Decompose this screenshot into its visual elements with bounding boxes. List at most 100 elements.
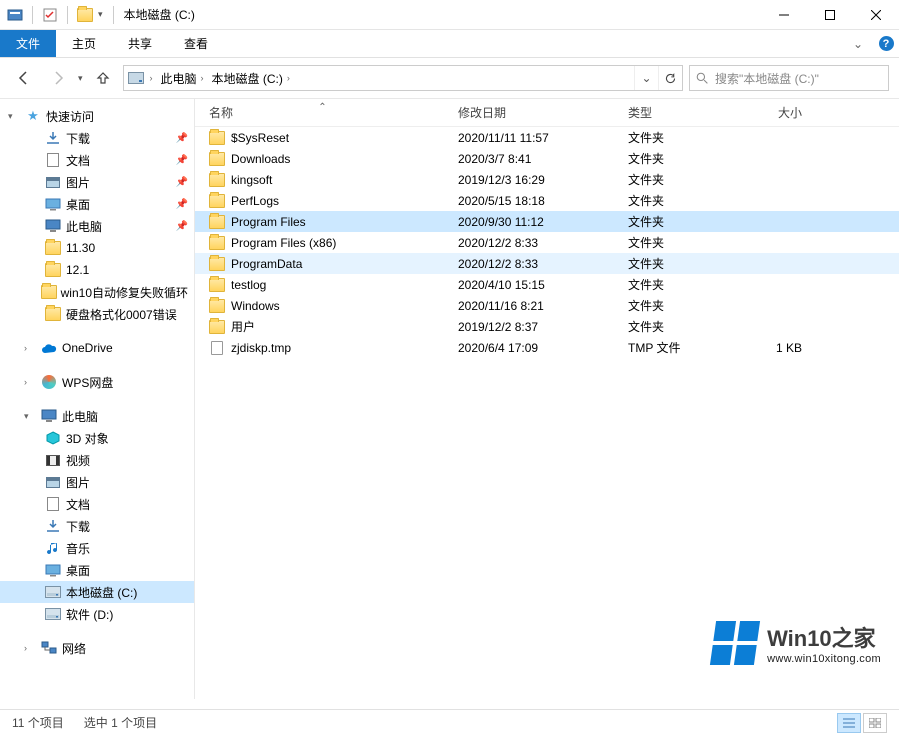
history-dropdown-icon[interactable]: ▾	[78, 73, 83, 84]
breadcrumb-root[interactable]: ›	[148, 73, 155, 83]
file-row[interactable]: Downloads2020/3/7 8:41文件夹	[195, 148, 899, 169]
file-name: testlog	[231, 278, 266, 292]
file-type: 文件夹	[620, 213, 720, 230]
sidebar-quick-item[interactable]: 此电脑📌	[0, 215, 194, 237]
back-button[interactable]	[10, 64, 38, 92]
sidebar-pc-item[interactable]: 图片	[0, 471, 194, 493]
search-icon	[696, 72, 709, 85]
qat-dropdown-icon[interactable]: ▾	[98, 9, 103, 20]
sidebar-quick-item[interactable]: win10自动修复失败循环	[0, 281, 194, 303]
tab-file[interactable]: 文件	[0, 30, 56, 57]
folder-icon	[44, 240, 62, 256]
file-row[interactable]: testlog 2020/4/10 15:15文件夹	[195, 274, 899, 295]
tab-view[interactable]: 查看	[168, 30, 224, 57]
folder-icon	[44, 262, 62, 278]
file-date: 2019/12/2 8:37	[450, 320, 620, 334]
status-selected-count: 选中 1 个项目	[84, 714, 157, 731]
video-icon	[44, 452, 62, 468]
column-name[interactable]: 名称	[195, 104, 450, 121]
wps-icon	[40, 374, 58, 390]
status-bar: 11 个项目 选中 1 个项目	[0, 709, 899, 735]
up-button[interactable]	[89, 64, 117, 92]
sidebar-quick-item[interactable]: 下载📌	[0, 127, 194, 149]
minimize-button[interactable]	[761, 0, 807, 29]
file-name: Program Files (x86)	[231, 236, 336, 250]
refresh-button[interactable]	[658, 66, 682, 90]
file-row[interactable]: kingsoft2019/12/3 16:29文件夹	[195, 169, 899, 190]
sidebar-quick-item[interactable]: 硬盘格式化0007错误	[0, 303, 194, 325]
sidebar-pc-item[interactable]: 3D 对象	[0, 427, 194, 449]
folder-icon	[209, 235, 225, 251]
sidebar-pc-item[interactable]: 文档	[0, 493, 194, 515]
sidebar-onedrive[interactable]: › OneDrive	[0, 337, 194, 359]
dl-icon	[44, 130, 62, 146]
close-button[interactable]	[853, 0, 899, 29]
address-bar[interactable]: › 此电脑› 本地磁盘 (C:)› ⌄	[123, 65, 683, 91]
column-date[interactable]: 修改日期	[450, 104, 620, 121]
sidebar-quick-access[interactable]: ▾ ★ 快速访问	[0, 105, 194, 127]
qat-properties-icon[interactable]	[41, 6, 59, 24]
file-type: 文件夹	[620, 255, 720, 272]
maximize-button[interactable]	[807, 0, 853, 29]
music-icon	[44, 540, 62, 556]
sidebar-pc-item[interactable]: 音乐	[0, 537, 194, 559]
windows-logo-icon	[710, 621, 760, 665]
sidebar-quick-item[interactable]: 图片📌	[0, 171, 194, 193]
folder-icon	[209, 298, 225, 314]
app-icon[interactable]	[6, 6, 24, 24]
sidebar-quick-item[interactable]: 12.1	[0, 259, 194, 281]
pc-icon	[40, 408, 58, 424]
file-type: 文件夹	[620, 318, 720, 335]
view-details-button[interactable]	[837, 713, 861, 733]
file-date: 2020/4/10 15:15	[450, 278, 620, 292]
expand-icon[interactable]: ▾	[8, 111, 20, 122]
drive-icon	[44, 584, 62, 600]
tab-home[interactable]: 主页	[56, 30, 112, 57]
folder-icon	[209, 130, 225, 146]
view-icons-button[interactable]	[863, 713, 887, 733]
sidebar-pc-item[interactable]: 本地磁盘 (C:)	[0, 581, 194, 603]
tab-share[interactable]: 共享	[112, 30, 168, 57]
folder-icon	[44, 306, 62, 322]
breadcrumb-drive[interactable]: 本地磁盘 (C:)›	[210, 70, 292, 87]
file-name: zjdiskp.tmp	[231, 341, 291, 355]
file-date: 2019/12/3 16:29	[450, 173, 620, 187]
file-row[interactable]: Windows2020/11/16 8:21文件夹	[195, 295, 899, 316]
file-row[interactable]: 用户2019/12/2 8:37文件夹	[195, 316, 899, 337]
sidebar-quick-item[interactable]: 桌面📌	[0, 193, 194, 215]
file-date: 2020/12/2 8:33	[450, 236, 620, 250]
column-type[interactable]: 类型	[620, 104, 720, 121]
breadcrumb-pc[interactable]: 此电脑›	[159, 70, 206, 87]
forward-button[interactable]	[44, 64, 72, 92]
sidebar-network[interactable]: › 网络	[0, 637, 194, 659]
ribbon-collapse-icon[interactable]: ⌄	[843, 30, 873, 57]
file-name: Program Files	[231, 215, 306, 229]
navigation-bar: ▾ › 此电脑› 本地磁盘 (C:)› ⌄ 搜索"本地磁盘 (C:)"	[0, 58, 899, 98]
file-type: 文件夹	[620, 276, 720, 293]
file-row[interactable]: Program Files2020/9/30 11:12文件夹	[195, 211, 899, 232]
file-name: PerfLogs	[231, 194, 279, 208]
desktop-icon	[44, 562, 62, 578]
sidebar-pc-item[interactable]: 软件 (D:)	[0, 603, 194, 625]
file-row[interactable]: ProgramData2020/12/2 8:33文件夹	[195, 253, 899, 274]
search-box[interactable]: 搜索"本地磁盘 (C:)"	[689, 65, 889, 91]
file-row[interactable]: $SysReset2020/11/11 11:57文件夹	[195, 127, 899, 148]
column-size[interactable]: 大小	[720, 104, 810, 121]
help-button[interactable]: ?	[873, 30, 899, 57]
file-row[interactable]: zjdiskp.tmp2020/6/4 17:09TMP 文件1 KB	[195, 337, 899, 358]
status-item-count: 11 个项目	[12, 714, 64, 731]
sidebar-quick-item[interactable]: 11.30	[0, 237, 194, 259]
sidebar-pc-item[interactable]: 下载	[0, 515, 194, 537]
navigation-pane: ▾ ★ 快速访问 下载📌文档📌图片📌桌面📌此电脑📌11.3012.1win10自…	[0, 99, 195, 699]
desktop-icon	[44, 196, 62, 212]
sidebar-wps[interactable]: › WPS网盘	[0, 371, 194, 393]
folder-icon	[209, 319, 225, 335]
file-row[interactable]: PerfLogs2020/5/15 18:18文件夹	[195, 190, 899, 211]
file-row[interactable]: Program Files (x86)2020/12/2 8:33文件夹	[195, 232, 899, 253]
sidebar-this-pc[interactable]: ▾ 此电脑	[0, 405, 194, 427]
sidebar-quick-item[interactable]: 文档📌	[0, 149, 194, 171]
address-dropdown-icon[interactable]: ⌄	[634, 66, 658, 90]
sidebar-pc-item[interactable]: 视频	[0, 449, 194, 471]
drive-icon	[44, 606, 62, 622]
sidebar-pc-item[interactable]: 桌面	[0, 559, 194, 581]
